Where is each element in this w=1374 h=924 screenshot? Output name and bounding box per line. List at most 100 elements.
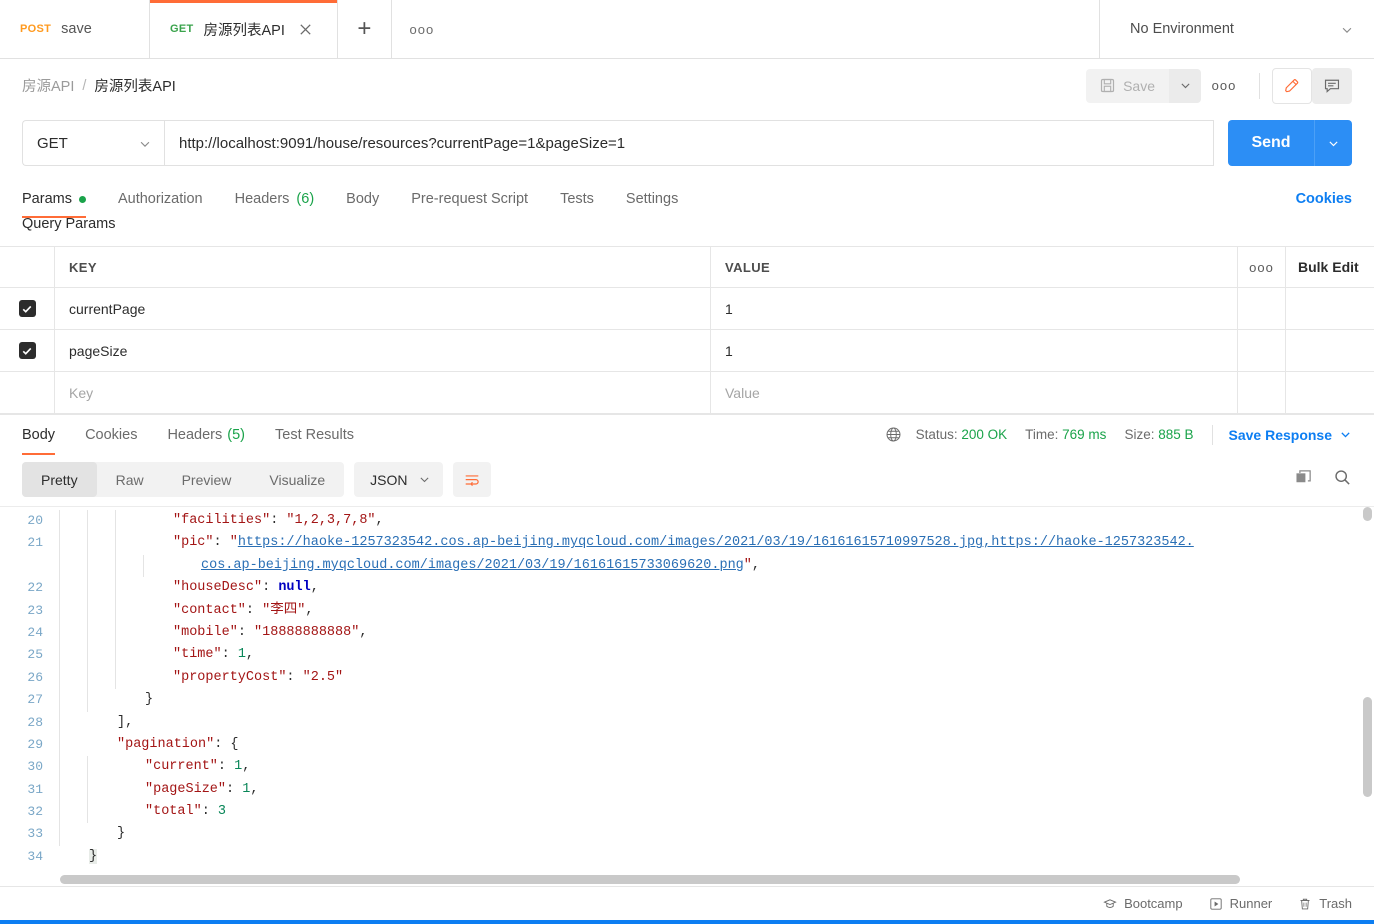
horizontal-scrollbar[interactable] — [60, 875, 1240, 884]
url-input[interactable]: http://localhost:9091/house/resources?cu… — [164, 120, 1214, 166]
response-tab-cookies[interactable]: Cookies — [85, 415, 137, 455]
tabbar-filler — [451, 0, 1100, 58]
response-body-viewer[interactable]: 20 "facilities": "1,2,3,7,8", 21 "pic": "ht… — [0, 506, 1374, 886]
tab-pre-request-script[interactable]: Pre-request Script — [395, 191, 544, 218]
code-line: cos.ap-beijing.myqcloud.com/images/2021/… — [0, 554, 1374, 578]
divider — [1211, 424, 1213, 445]
chevron-down-icon — [419, 477, 429, 483]
save-response-button[interactable]: Save Response — [1229, 427, 1353, 443]
indent-guide — [87, 644, 88, 667]
checkbox-checked-icon[interactable] — [18, 342, 36, 359]
close-icon[interactable] — [295, 18, 317, 40]
word-wrap-button[interactable] — [452, 462, 491, 497]
code-token: , — [751, 557, 761, 573]
line-number: 23 — [27, 602, 43, 618]
param-key-input-empty[interactable]: Key — [55, 372, 711, 413]
tab-headers[interactable]: Headers (6) — [219, 191, 331, 218]
copy-button[interactable] — [1294, 468, 1313, 492]
code-line: 32 "total": 3 — [0, 801, 1374, 824]
code-token: : — [237, 624, 255, 640]
runner-button[interactable]: Runner — [1209, 896, 1272, 911]
code-line: 24 "mobile": "18888888888", — [0, 621, 1374, 645]
bulk-edit-button[interactable]: Bulk Edit — [1286, 247, 1374, 287]
save-button[interactable]: Save — [1086, 68, 1169, 103]
param-value-input[interactable]: 1 — [711, 330, 1238, 371]
response-format-bar: Pretty Raw Preview Visualize JSON — [0, 454, 1374, 506]
line-number: 28 — [27, 714, 43, 730]
view-visualize[interactable]: Visualize — [250, 462, 344, 497]
indent-guide — [115, 554, 116, 578]
code-token: "propertyCost" — [173, 669, 287, 685]
view-raw[interactable]: Raw — [97, 462, 163, 497]
save-options-button[interactable] — [1169, 68, 1201, 103]
comment-button[interactable] — [1312, 67, 1352, 104]
send-group: Send — [1228, 120, 1352, 166]
http-method-selector[interactable]: GET — [22, 120, 164, 166]
request-more-options-button[interactable]: ooo — [1201, 69, 1247, 103]
tab-body[interactable]: Body — [330, 191, 395, 218]
request-tab-save[interactable]: POST save — [0, 0, 150, 58]
chevron-down-icon — [1180, 83, 1190, 89]
line-number: 24 — [27, 624, 43, 640]
bootcamp-button[interactable]: Bootcamp — [1103, 896, 1183, 911]
plus-icon[interactable]: + — [337, 0, 392, 58]
tab-tests[interactable]: Tests — [544, 191, 610, 218]
code-line-content: } — [55, 689, 1374, 712]
code-token: "contact" — [173, 602, 246, 618]
tab-label: Headers — [234, 191, 290, 207]
edit-request-button[interactable] — [1272, 67, 1312, 104]
ellipsis-icon[interactable]: ooo — [391, 0, 452, 58]
vertical-scrollbar-thumb[interactable] — [1363, 697, 1372, 797]
time-label: Time: — [1025, 427, 1059, 442]
code-token: "houseDesc" — [173, 580, 263, 596]
table-row: pageSize 1 — [0, 330, 1374, 372]
response-tab-headers[interactable]: Headers (5) — [167, 415, 245, 455]
line-number: 26 — [27, 669, 43, 685]
trash-button[interactable]: Trash — [1298, 896, 1352, 911]
response-tab-test-results[interactable]: Test Results — [275, 415, 354, 455]
response-language-selector[interactable]: JSON — [354, 462, 443, 497]
code-line: 20 "facilities": "1,2,3,7,8", — [0, 510, 1374, 533]
row-end-cell — [1286, 330, 1374, 371]
code-line-content: "pageSize": 1, — [55, 778, 1374, 802]
request-actions: Save ooo — [1086, 67, 1352, 104]
code-token: , — [375, 513, 384, 528]
param-value-input[interactable]: 1 — [711, 288, 1238, 329]
code-line-content: "time": 1, — [55, 644, 1374, 667]
request-tab-house-list[interactable]: GET 房源列表API — [150, 0, 338, 58]
tab-authorization[interactable]: Authorization — [102, 191, 219, 218]
tab-settings[interactable]: Settings — [610, 191, 694, 218]
code-token: : — [245, 602, 263, 618]
send-button[interactable]: Send — [1228, 120, 1314, 166]
indent-guide — [59, 733, 60, 757]
param-value-input-empty[interactable]: Value — [711, 372, 1238, 413]
send-options-button[interactable] — [1314, 120, 1352, 166]
code-token: "time" — [173, 647, 222, 663]
code-token: : — [262, 580, 279, 596]
view-preview[interactable]: Preview — [163, 462, 251, 497]
copy-icon — [1296, 469, 1311, 482]
vertical-scrollbar[interactable] — [1363, 507, 1372, 521]
breadcrumb-current[interactable]: 房源列表API — [94, 75, 175, 96]
indent-guide — [87, 621, 88, 645]
checkbox-checked-icon[interactable] — [18, 300, 36, 317]
size-label: Size: — [1124, 427, 1155, 442]
status-indicator: Status: 200 OK — [916, 427, 1008, 442]
search-button[interactable] — [1333, 468, 1352, 492]
param-key-input[interactable]: pageSize — [55, 330, 711, 371]
tab-params[interactable]: Params — [22, 191, 102, 218]
param-key-input[interactable]: currentPage — [55, 288, 711, 329]
response-tab-body[interactable]: Body — [22, 415, 56, 455]
indent-guide — [115, 510, 116, 533]
params-more-options-icon[interactable]: ooo — [1238, 247, 1286, 287]
environment-selector[interactable]: No Environment — [1100, 0, 1374, 58]
code-token: : — [201, 804, 218, 820]
breadcrumb-parent[interactable]: 房源API — [22, 75, 74, 96]
code-token: 3 — [217, 804, 227, 820]
cookies-link[interactable]: Cookies — [1296, 191, 1352, 218]
indent-guide — [115, 599, 116, 622]
code-token[interactable]: cos.ap-beijing.myqcloud.com/images/2021/… — [201, 558, 744, 573]
code-line-content: "current": 1, — [55, 756, 1374, 779]
code-token[interactable]: https://haoke-1257323542.cos.ap-beijing.… — [238, 535, 1194, 550]
view-pretty[interactable]: Pretty — [22, 462, 97, 497]
